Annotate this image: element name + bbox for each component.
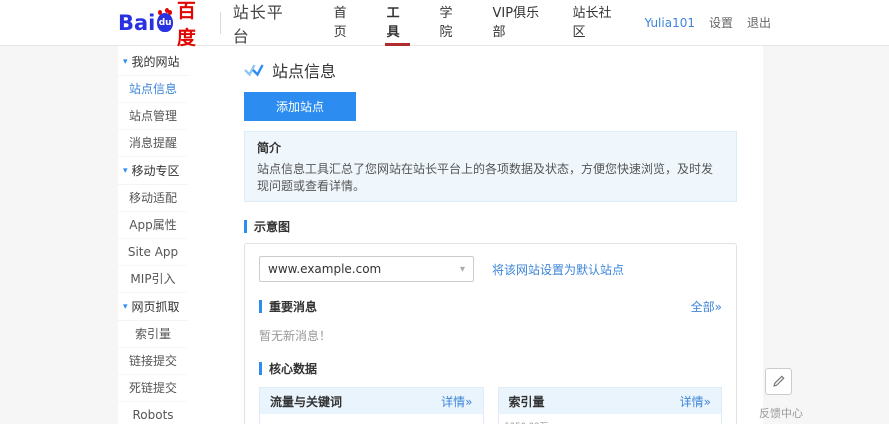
user-box: Yulia101 设置 退出: [644, 14, 771, 31]
no-messages-text: 暂无新消息！: [259, 329, 332, 343]
sidebar-item-message-remind[interactable]: 消息提醒: [118, 130, 188, 157]
intro-title: 简介: [257, 141, 282, 155]
sidebar-item-mip-import[interactable]: MIP引入: [118, 266, 188, 293]
index-card-header: 索引量 详情»: [498, 388, 721, 414]
triangle-down-icon: ▾: [123, 56, 128, 67]
sidebar-group-label: 我的网站: [131, 55, 180, 69]
traffic-card-header: 流量与关键词 详情»: [260, 388, 483, 414]
index-detail-link[interactable]: 详情»: [680, 393, 711, 410]
site-select-value: www.example.com: [268, 262, 382, 276]
chevron-down-icon: ▾: [459, 263, 465, 275]
intro-text: 站点信息工具汇总了您网站在站长平台上的各项数据及状态，方便您快速浏览，及时发现问…: [257, 162, 714, 193]
logo-bai-text: Bai: [118, 10, 156, 35]
messages-section-label: 重要消息: [269, 300, 318, 314]
baidu-logo[interactable]: Bai du 百度: [118, 0, 208, 50]
nav-home[interactable]: 首页: [332, 0, 357, 46]
traffic-detail-link[interactable]: 详情»: [441, 393, 472, 410]
sidebar-group-mobile-zone[interactable]: ▾ 移动专区: [118, 157, 188, 185]
feedback-button[interactable]: [765, 368, 792, 395]
sidebar-item-site-info[interactable]: 站点信息: [118, 76, 188, 103]
sidebar-group-my-sites[interactable]: ▾ 我的网站: [118, 48, 188, 76]
triangle-down-icon: ▾: [123, 301, 128, 312]
set-default-site-link[interactable]: 将该网站设置为默认站点: [492, 261, 624, 278]
nav-vip-club[interactable]: VIP俱乐部: [491, 0, 543, 46]
schematic-panel: www.example.com ▾ 将该网站设置为默认站点 重要消息 全部» 暂…: [244, 243, 737, 424]
core-data-section-label: 核心数据: [269, 362, 318, 376]
traffic-card-title: 流量与关键词: [270, 394, 343, 409]
schematic-section-title: 示意图: [244, 218, 737, 235]
sidebar-item-link-submit[interactable]: 链接提交: [118, 348, 188, 375]
sidebar-group-page-crawl[interactable]: ▾ 网页抓取: [118, 293, 188, 321]
section-marker: [259, 300, 262, 313]
intro-box: 简介 站点信息工具汇总了您网站在站长平台上的各项数据及状态，方便您快速浏览，及时…: [244, 131, 737, 202]
index-card-title: 索引量: [508, 394, 545, 409]
core-data-section-title: 核心数据: [259, 360, 722, 377]
site-select[interactable]: www.example.com ▾: [259, 256, 474, 282]
sidebar-group-label: 网页抓取: [131, 300, 180, 314]
sidebar-item-dead-link-submit[interactable]: 死链提交: [118, 375, 188, 402]
sidebar-group-label: 移动专区: [131, 164, 180, 178]
feedback-widget[interactable]: 反馈中心: [759, 368, 803, 421]
section-marker: [259, 362, 262, 375]
main-panel: 站点信息 添加站点 简介 站点信息工具汇总了您网站在站长平台上的各项数据及状态，…: [188, 46, 763, 424]
nav-community[interactable]: 站长社区: [571, 0, 617, 46]
messages-section-title: 重要消息 全部»: [259, 298, 722, 315]
feedback-label: 反馈中心: [759, 407, 803, 420]
nav-academy[interactable]: 学院: [438, 0, 463, 46]
logo-brand-text: 百度: [176, 0, 196, 49]
page-title: 站点信息: [272, 62, 337, 81]
baidu-paw-icon: du: [157, 8, 173, 32]
sidebar-item-site-app[interactable]: Site App: [118, 239, 188, 266]
messages-all-link[interactable]: 全部»: [691, 298, 722, 315]
sidebar-item-site-manage[interactable]: 站点管理: [118, 103, 188, 130]
header-divider: [219, 11, 221, 34]
schematic-section-label: 示意图: [254, 220, 291, 234]
page-root: Bai du 百度 站长平台 首页 工具 学院 VIP俱乐部 站长社区 Yuli…: [0, 0, 889, 424]
main-nav: 首页 工具 学院 VIP俱乐部 站长社区: [332, 0, 645, 46]
settings-link[interactable]: 设置: [709, 14, 733, 31]
platform-name: 站长平台: [232, 2, 284, 46]
nav-tools[interactable]: 工具: [384, 0, 410, 46]
site-info-icon: [244, 64, 264, 77]
top-header: Bai du 百度 站长平台 首页 工具 学院 VIP俱乐部 站长社区 Yuli…: [0, 0, 889, 49]
username-link[interactable]: Yulia101: [644, 16, 694, 30]
sidebar-item-app-attribute[interactable]: App属性: [118, 212, 188, 239]
sidebar-item-index-volume[interactable]: 索引量: [118, 321, 188, 348]
sidebar: ▾ 我的网站 站点信息 站点管理 消息提醒 ▾ 移动专区 移动适配 App属性 …: [118, 46, 188, 424]
sidebar-item-robots[interactable]: Robots: [118, 402, 188, 424]
index-chart: 1250.00万1000.00万750.00万: [499, 414, 722, 424]
logout-link[interactable]: 退出: [747, 14, 771, 31]
index-chart-svg: 1250.00万1000.00万750.00万: [504, 422, 548, 424]
core-data-cards: 流量与关键词 详情» 点击量:2983 展现量:338232: [259, 387, 722, 424]
pencil-icon: [773, 375, 785, 387]
site-select-row: www.example.com ▾ 将该网站设置为默认站点: [259, 256, 722, 282]
traffic-keywords-card: 流量与关键词 详情» 点击量:2983 展现量:338232: [259, 387, 484, 424]
index-volume-card: 索引量 详情» 1250.00万1000.00万750.00万: [497, 387, 722, 424]
page-title-row: 站点信息: [244, 58, 737, 82]
content: ▾ 我的网站 站点信息 站点管理 消息提醒 ▾ 移动专区 移动适配 App属性 …: [118, 46, 763, 424]
section-marker: [244, 220, 247, 233]
sidebar-item-mobile-adapt[interactable]: 移动适配: [118, 185, 188, 212]
traffic-stats: 点击量:2983 展现量:338232: [260, 414, 483, 424]
add-site-button[interactable]: 添加站点: [244, 92, 357, 121]
triangle-down-icon: ▾: [123, 165, 128, 176]
logo-du-text: du: [158, 17, 172, 28]
